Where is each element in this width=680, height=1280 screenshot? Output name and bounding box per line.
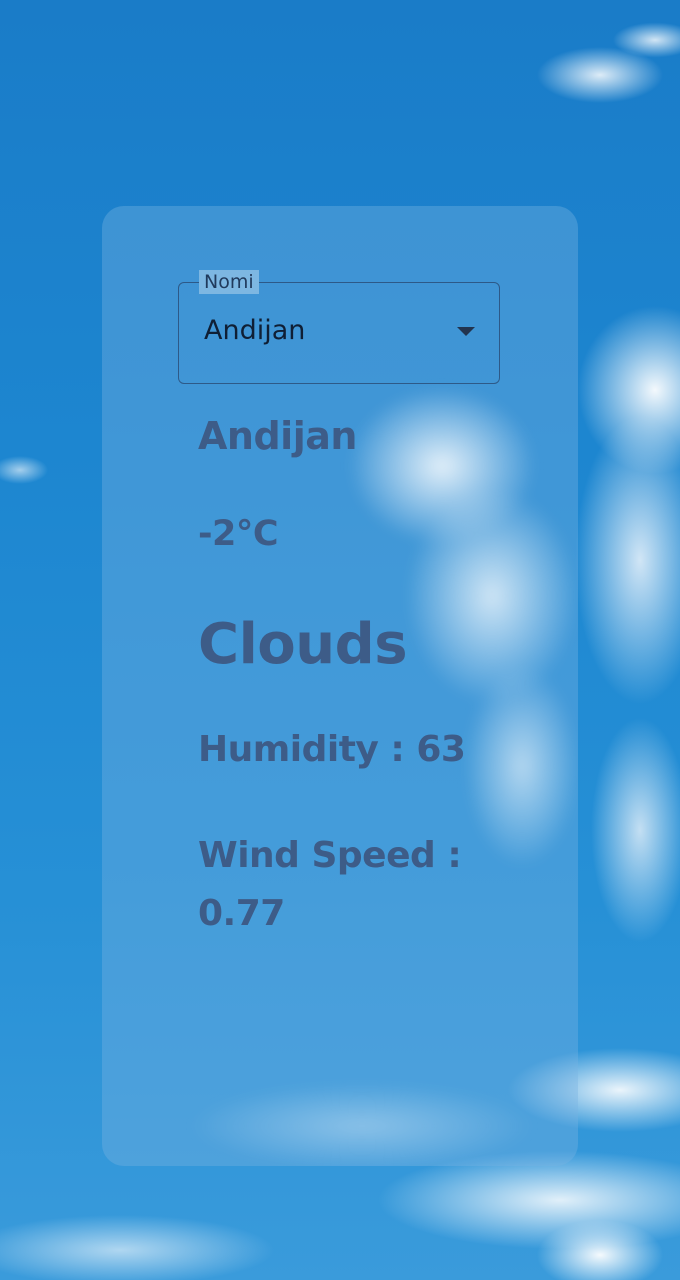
city-dropdown[interactable]: Nomi Andijan	[178, 270, 500, 384]
wind-speed: Wind Speed : 0.77	[198, 835, 462, 934]
arrow-drop-down-icon[interactable]	[457, 327, 475, 336]
city-name: Andijan	[198, 414, 357, 458]
weather-condition: Clouds	[198, 612, 408, 677]
city-dropdown-value: Andijan	[204, 315, 306, 346]
weather-card: Nomi Andijan Andijan -2°C Clouds Humidit…	[102, 206, 578, 1166]
humidity: Humidity : 63	[198, 729, 466, 770]
city-dropdown-label: Nomi	[199, 270, 259, 294]
temperature: -2°C	[198, 514, 279, 554]
